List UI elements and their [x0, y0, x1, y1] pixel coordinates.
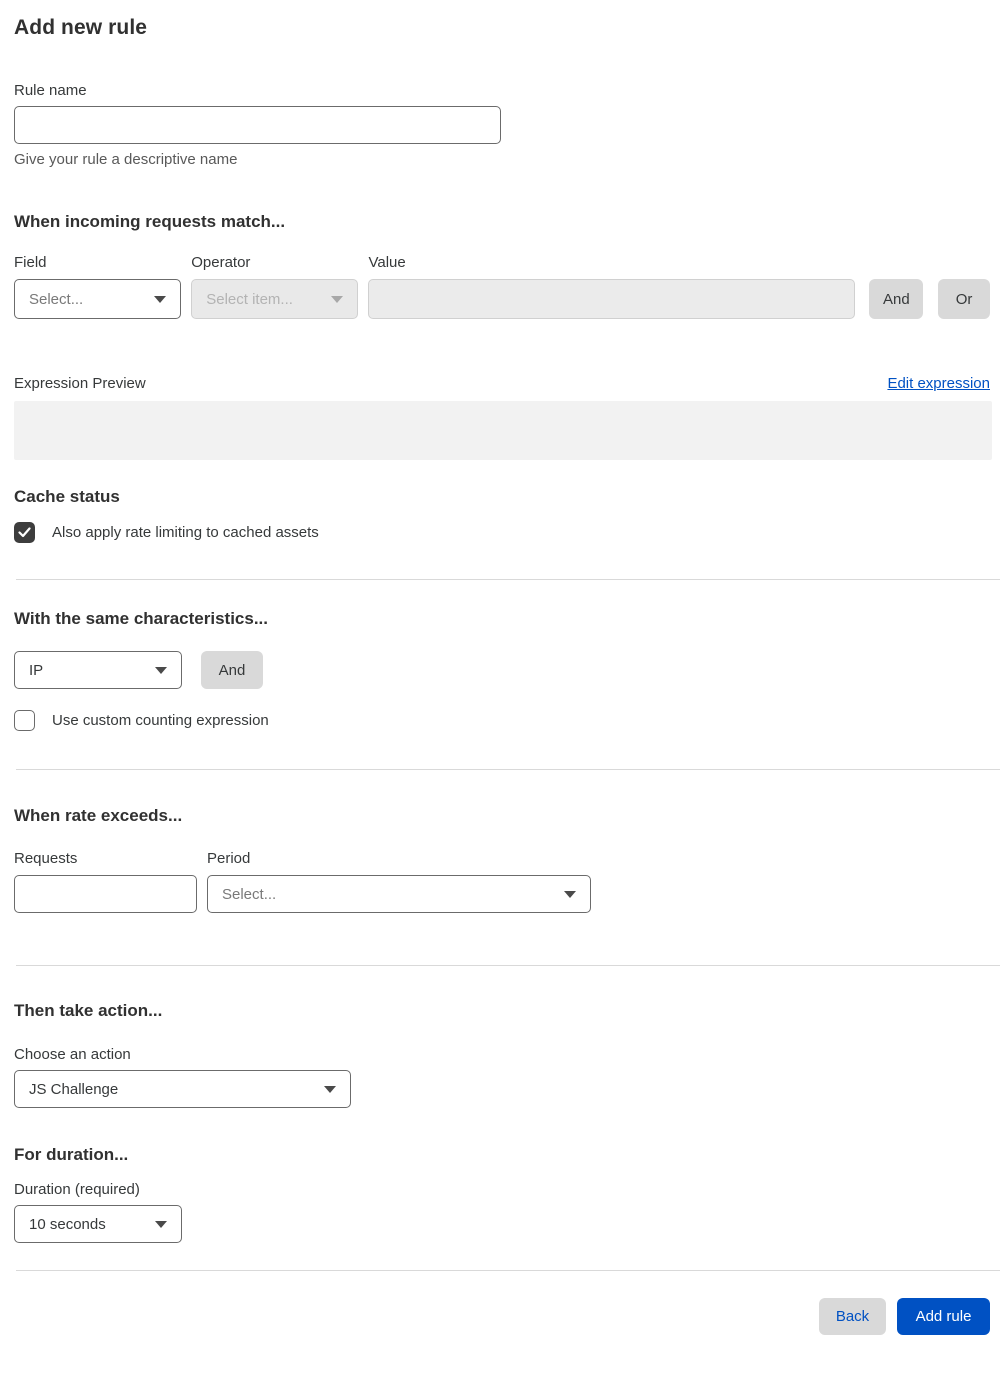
- field-column: Field Select...: [14, 254, 182, 319]
- chevron-down-icon: [155, 666, 167, 674]
- operator-select-value: Select item...: [206, 290, 293, 308]
- add-rule-form: Add new rule Rule name Give your rule a …: [0, 0, 1002, 1375]
- and-button[interactable]: And: [869, 279, 924, 319]
- cache-status-heading: Cache status: [14, 487, 120, 506]
- requests-input[interactable]: [14, 875, 197, 913]
- characteristics-row: IP And: [14, 651, 990, 689]
- value-input: [368, 279, 856, 319]
- period-select-value: Select...: [222, 885, 277, 903]
- section-divider: [16, 769, 1000, 770]
- chevron-down-icon: [154, 295, 167, 303]
- operator-select: Select item...: [191, 279, 359, 319]
- rule-name-input[interactable]: [14, 106, 501, 144]
- duration-select[interactable]: 10 seconds: [14, 1205, 182, 1243]
- section-divider: [16, 1270, 1000, 1271]
- or-button[interactable]: Or: [938, 279, 990, 319]
- counting-expression-row: Use custom counting expression: [14, 710, 990, 731]
- cache-checkbox-row: Also apply rate limiting to cached asset…: [14, 522, 990, 543]
- characteristics-select-value: IP: [29, 661, 44, 679]
- match-section-heading: When incoming requests match...: [14, 212, 286, 231]
- field-select-value: Select...: [29, 290, 84, 308]
- characteristics-and-button[interactable]: And: [201, 651, 263, 689]
- duration-label: Duration (required): [14, 1181, 140, 1198]
- action-select[interactable]: JS Challenge: [14, 1070, 351, 1108]
- rule-name-section: Rule name Give your rule a descriptive n…: [14, 82, 990, 168]
- operator-label: Operator: [191, 254, 251, 271]
- chevron-down-icon: [324, 1085, 336, 1093]
- footer-actions: Back Add rule: [14, 1298, 990, 1335]
- rate-heading: When rate exceeds...: [14, 806, 183, 825]
- duration-heading: For duration...: [14, 1145, 129, 1164]
- page-title: Add new rule: [14, 16, 148, 39]
- expression-preview-row: Expression Preview Edit expression: [14, 375, 990, 392]
- rule-name-label: Rule name: [14, 82, 87, 99]
- cached-assets-checkbox-label: Also apply rate limiting to cached asset…: [52, 524, 319, 541]
- requests-column: Requests: [14, 850, 197, 913]
- operator-column: Operator Select item...: [191, 254, 359, 319]
- action-select-value: JS Challenge: [29, 1080, 119, 1098]
- period-column: Period Select...: [207, 850, 591, 913]
- section-divider: [16, 965, 1000, 966]
- value-label: Value: [368, 254, 406, 271]
- chevron-down-icon: [564, 890, 576, 898]
- characteristics-heading: With the same characteristics...: [14, 609, 269, 628]
- section-divider: [16, 579, 1000, 580]
- match-controls-row: Field Select... Operator Select item... …: [14, 254, 990, 319]
- rule-name-helper: Give your rule a descriptive name: [14, 151, 238, 168]
- chevron-down-icon: [155, 1220, 167, 1228]
- action-heading: Then take action...: [14, 1001, 163, 1020]
- field-select[interactable]: Select...: [14, 279, 182, 319]
- rate-row: Requests Period Select...: [14, 850, 990, 913]
- expression-preview-label: Expression Preview: [14, 375, 146, 392]
- add-rule-button[interactable]: Add rule: [897, 1298, 990, 1335]
- period-select[interactable]: Select...: [207, 875, 591, 913]
- duration-select-value: 10 seconds: [29, 1215, 106, 1233]
- checkmark-icon: [18, 527, 31, 538]
- counting-expression-checkbox[interactable]: [14, 710, 35, 731]
- period-label: Period: [207, 850, 251, 867]
- expression-preview-box: [14, 401, 992, 460]
- counting-expression-checkbox-label: Use custom counting expression: [52, 712, 269, 729]
- characteristics-select[interactable]: IP: [14, 651, 182, 689]
- choose-action-label: Choose an action: [14, 1046, 131, 1063]
- field-label: Field: [14, 254, 47, 271]
- cached-assets-checkbox[interactable]: [14, 522, 35, 543]
- value-column: Value: [368, 254, 856, 319]
- edit-expression-link[interactable]: Edit expression: [887, 375, 990, 392]
- requests-label: Requests: [14, 850, 78, 867]
- back-button[interactable]: Back: [819, 1298, 886, 1335]
- chevron-down-icon: [331, 295, 344, 303]
